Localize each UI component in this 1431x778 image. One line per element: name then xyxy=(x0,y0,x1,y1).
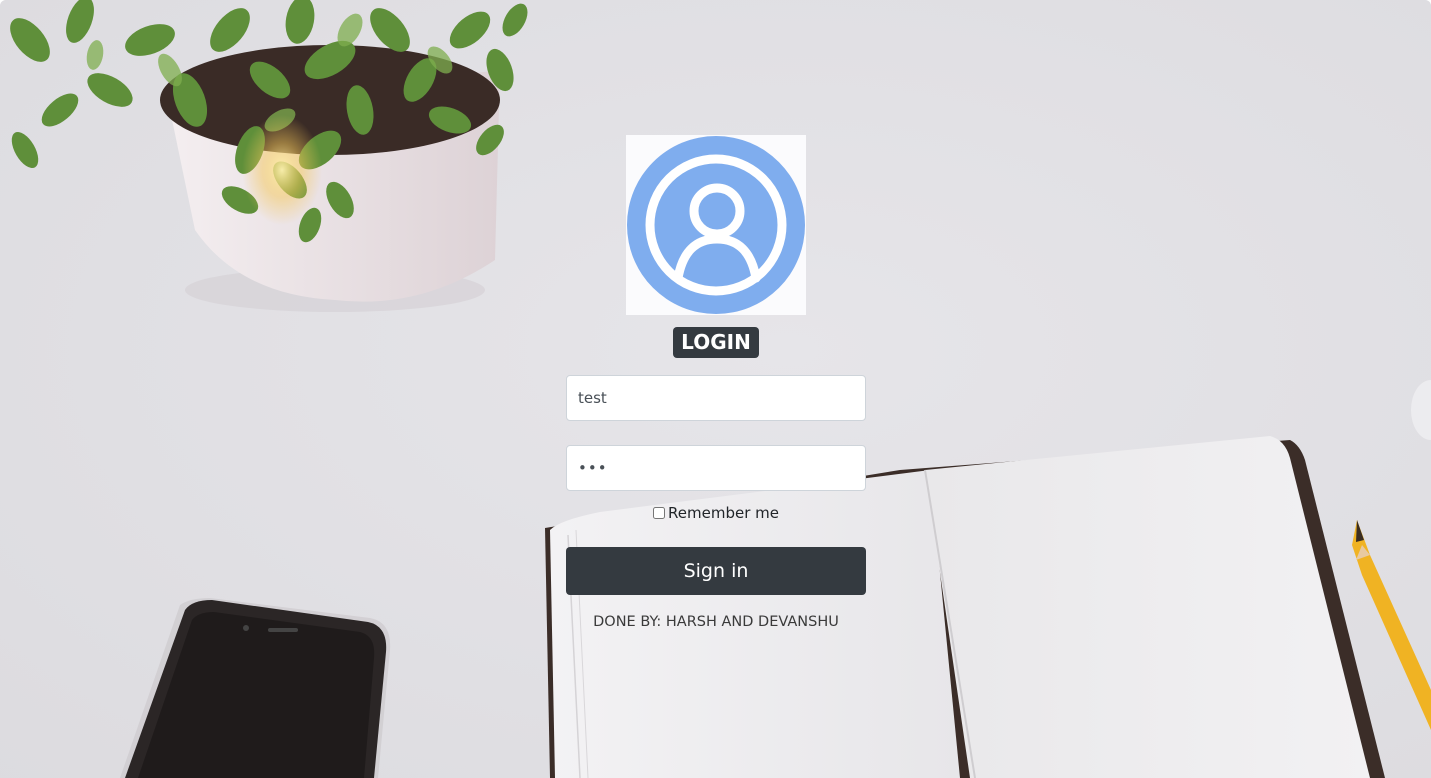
sign-in-button[interactable]: Sign in xyxy=(566,547,866,595)
login-form: LOGIN Remember me Sign in DONE BY: HARSH… xyxy=(566,135,866,630)
remember-me-row: Remember me xyxy=(566,504,866,522)
remember-me-label: Remember me xyxy=(668,504,779,522)
login-title: LOGIN xyxy=(673,327,759,358)
avatar xyxy=(626,135,806,315)
remember-me-checkbox[interactable] xyxy=(653,507,666,519)
password-input[interactable] xyxy=(566,445,866,491)
login-page: LOGIN Remember me Sign in DONE BY: HARSH… xyxy=(0,0,1431,778)
user-circle-icon xyxy=(627,136,805,314)
credits-text: DONE BY: HARSH AND DEVANSHU xyxy=(593,614,839,630)
username-input[interactable] xyxy=(566,375,866,421)
